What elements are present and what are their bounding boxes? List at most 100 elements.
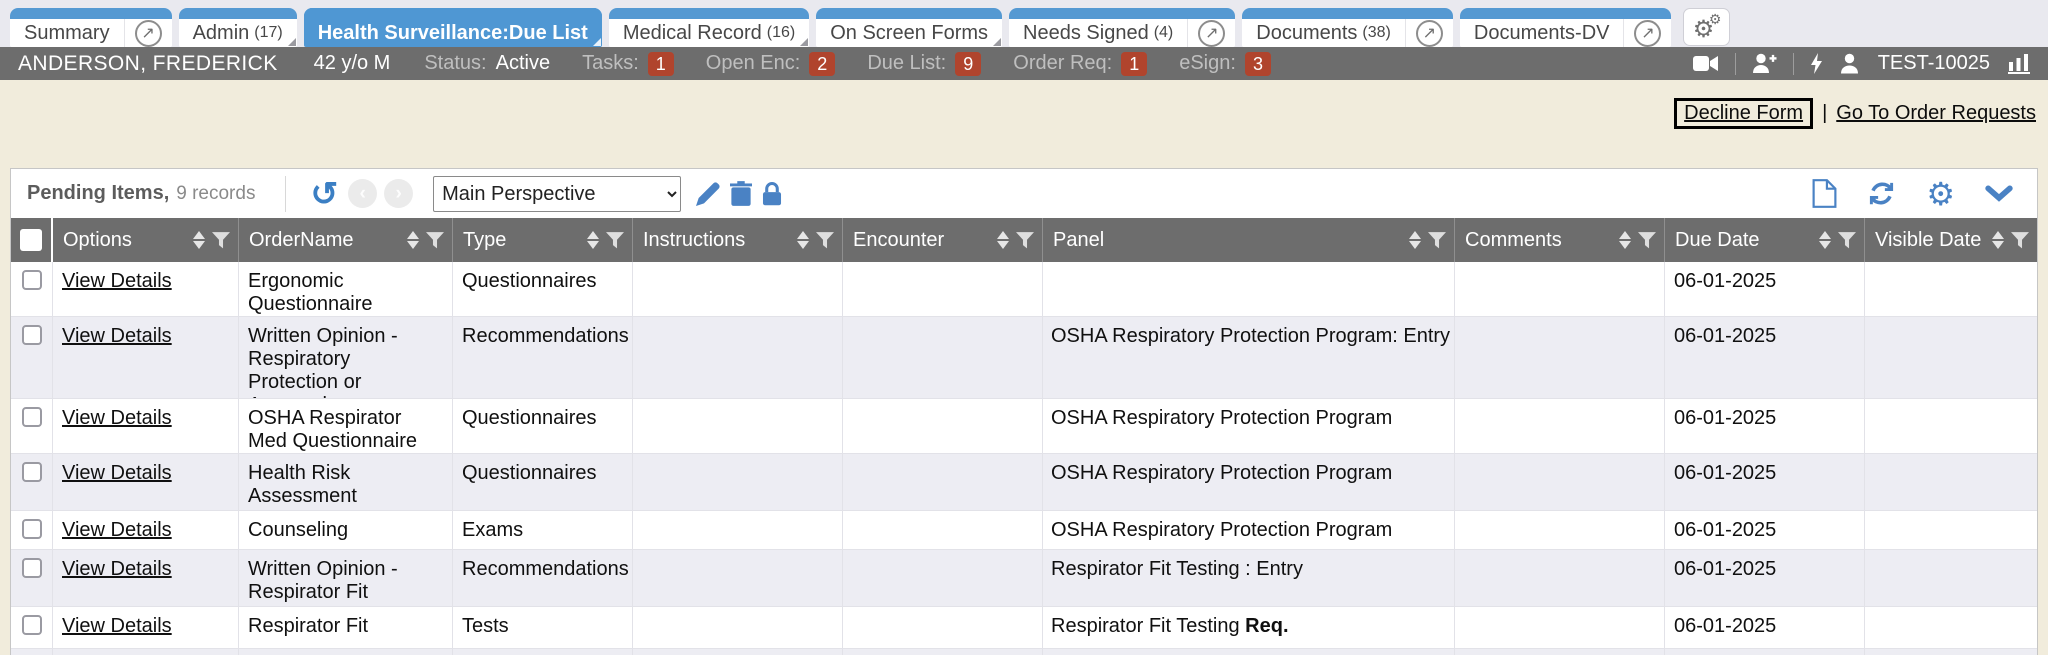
sort-icon[interactable]	[1992, 231, 2004, 249]
cell-visible-date	[1865, 262, 2037, 316]
decline-form-link[interactable]: Decline Form	[1684, 102, 1803, 124]
undo-icon[interactable]: ↺	[310, 179, 338, 209]
view-details-link[interactable]: View Details	[62, 558, 172, 580]
cell-panel	[1043, 262, 1455, 316]
row-checkbox[interactable]	[22, 270, 42, 290]
previous-perspective-button[interactable]: ‹	[348, 179, 377, 208]
select-all-checkbox[interactable]	[20, 229, 42, 251]
esign-badge[interactable]: 3	[1245, 52, 1271, 76]
sort-icon[interactable]	[407, 231, 419, 249]
bar-chart-icon[interactable]	[2008, 54, 2030, 74]
filter-icon[interactable]	[1428, 232, 1446, 249]
cell-instructions	[633, 317, 843, 398]
sort-icon[interactable]	[797, 231, 809, 249]
gears-small-icon: ⚙	[1709, 11, 1722, 28]
view-details-link[interactable]: View Details	[62, 462, 172, 484]
view-details-link[interactable]: View Details	[62, 325, 172, 347]
column-header-type[interactable]: Type	[453, 218, 633, 262]
filter-icon[interactable]	[606, 232, 624, 249]
cell-panel: OSHA Respiratory Protection Program	[1043, 511, 1455, 549]
tab-health-surveillance-due-list[interactable]: Health Surveillance:Due List	[304, 8, 602, 47]
open-in-new-icon: ↗	[1634, 20, 1661, 47]
due-list-badge[interactable]: 9	[955, 52, 981, 76]
column-header-encounter[interactable]: Encounter	[843, 218, 1043, 262]
column-header-instructions[interactable]: Instructions	[633, 218, 843, 262]
filter-icon[interactable]	[1016, 232, 1034, 249]
filter-icon[interactable]	[426, 232, 444, 249]
edit-pencil-icon[interactable]	[696, 182, 720, 206]
filter-icon[interactable]	[1638, 232, 1656, 249]
filter-icon[interactable]	[2011, 232, 2029, 249]
next-perspective-button[interactable]: ›	[384, 179, 413, 208]
status-value: Active	[496, 52, 550, 75]
cell-comments	[1455, 454, 1665, 510]
row-checkbox[interactable]	[22, 519, 42, 539]
table-row: View Details Counseling Exams OSHA Respi…	[11, 511, 2037, 550]
view-details-link[interactable]: View Details	[62, 407, 172, 429]
person-icon[interactable]	[1839, 53, 1860, 74]
row-checkbox[interactable]	[22, 558, 42, 578]
tab-documents-dv[interactable]: Documents-DV ↗	[1460, 8, 1672, 47]
pending-items-panel: Pending Items, 9 records ↺ ‹ › Main Pers…	[10, 168, 2038, 655]
sort-icon[interactable]	[1619, 231, 1631, 249]
perspective-select[interactable]: Main Perspective	[433, 176, 681, 212]
open-in-new-icon: ↗	[1198, 20, 1225, 47]
row-checkbox-cell	[11, 317, 53, 398]
cell-due-date: 06-01-2025	[1665, 607, 1865, 648]
tab-medical-record[interactable]: Medical Record(16)	[609, 8, 809, 47]
new-document-icon[interactable]	[1812, 179, 1837, 208]
row-checkbox[interactable]	[22, 407, 42, 427]
esign-label: eSign:	[1179, 52, 1236, 75]
filter-icon[interactable]	[816, 232, 834, 249]
lock-icon[interactable]	[762, 181, 782, 206]
order-req-badge[interactable]: 1	[1121, 52, 1147, 76]
lightning-bolt-icon[interactable]	[1810, 53, 1823, 74]
trash-icon[interactable]	[730, 181, 752, 206]
sort-icon[interactable]	[1819, 231, 1831, 249]
refresh-icon[interactable]	[1867, 180, 1896, 207]
sort-icon[interactable]	[193, 231, 205, 249]
row-checkbox[interactable]	[22, 325, 42, 345]
column-header-comments[interactable]: Comments	[1455, 218, 1665, 262]
open-enc-badge[interactable]: 2	[809, 52, 835, 76]
tab-admin[interactable]: Admin(17)	[179, 8, 297, 47]
filter-icon[interactable]	[1838, 232, 1856, 249]
video-camera-icon[interactable]	[1693, 55, 1719, 72]
cell-options: View Details	[53, 607, 239, 648]
gear-icon[interactable]: ⚙	[1926, 181, 1955, 207]
row-checkbox[interactable]	[22, 462, 42, 482]
order-req-label: Order Req:	[1013, 52, 1112, 75]
row-checkbox[interactable]	[22, 615, 42, 635]
status-label: Status:	[424, 52, 486, 75]
cell-options: View Details	[53, 399, 239, 453]
cell-ordername: Health Risk Assessment	[239, 454, 453, 510]
row-checkbox-cell	[11, 649, 53, 655]
sort-icon[interactable]	[587, 231, 599, 249]
chevron-down-icon[interactable]	[1985, 185, 2013, 202]
action-links: Decline Form | Go To Order Requests	[1674, 98, 2036, 129]
go-to-order-requests-link[interactable]: Go To Order Requests	[1836, 102, 2036, 125]
filter-icon[interactable]	[212, 232, 230, 249]
cell-instructions	[633, 511, 843, 549]
view-details-link[interactable]: View Details	[62, 519, 172, 541]
column-header-ordername[interactable]: OrderName	[239, 218, 453, 262]
column-label: Instructions	[643, 229, 745, 252]
tasks-badge[interactable]: 1	[648, 52, 674, 76]
cell-type: Questionnaires	[453, 399, 633, 453]
column-header-visible-date[interactable]: Visible Date	[1865, 218, 2037, 262]
view-details-link[interactable]: View Details	[62, 270, 172, 292]
column-header-panel[interactable]: Panel	[1043, 218, 1455, 262]
add-person-icon[interactable]	[1752, 53, 1777, 74]
divider	[285, 176, 286, 212]
tab-count: (38)	[1362, 24, 1390, 42]
sort-icon[interactable]	[997, 231, 1009, 249]
tab-summary[interactable]: Summary ↗	[10, 8, 172, 47]
column-header-options[interactable]: Options	[53, 218, 239, 262]
tab-needs-signed[interactable]: Needs Signed(4) ↗	[1009, 8, 1235, 47]
view-details-link[interactable]: View Details	[62, 615, 172, 637]
tab-on-screen-forms[interactable]: On Screen Forms	[816, 8, 1002, 47]
tab-settings-button[interactable]: ⚙ ⚙	[1683, 8, 1730, 46]
column-header-due-date[interactable]: Due Date	[1665, 218, 1865, 262]
tab-documents[interactable]: Documents(38) ↗	[1242, 8, 1453, 47]
sort-icon[interactable]	[1409, 231, 1421, 249]
